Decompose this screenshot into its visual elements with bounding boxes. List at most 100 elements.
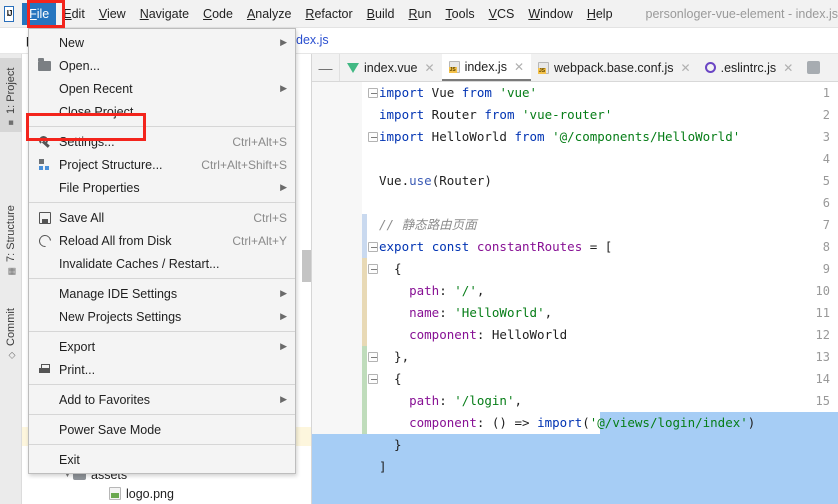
- code-line: // 异步路由页面: [379, 500, 477, 504]
- code-fold-toggle[interactable]: [368, 374, 378, 384]
- code-fold-toggle[interactable]: [368, 242, 378, 252]
- menu-item-project-structure[interactable]: Project Structure... Ctrl+Alt+Shift+S: [29, 153, 295, 176]
- editor-tab-eslintrc-js[interactable]: .eslintrc.js ✕: [698, 54, 801, 81]
- menu-item-new[interactable]: New ▶: [29, 31, 295, 54]
- sidebar-item-label: 1: Project: [5, 67, 17, 114]
- code-canvas[interactable]: 1234567891011121314151617181920 import V…: [312, 82, 838, 504]
- menu-item-reload-all-from-disk[interactable]: Reload All from Disk Ctrl+Alt+Y: [29, 229, 295, 252]
- menu-separator: [29, 202, 295, 203]
- js-file-icon: [538, 61, 550, 74]
- menu-item-file-properties[interactable]: File Properties ▶: [29, 176, 295, 199]
- menu-separator: [29, 444, 295, 445]
- menu-separator: [29, 278, 295, 279]
- intellij-logo-icon: IJ: [4, 5, 15, 22]
- menu-refactor[interactable]: Refactor: [298, 3, 359, 25]
- menu-item-exit[interactable]: Exit: [29, 448, 295, 471]
- ide-window: IJ File Edit View Navigate Code Analyze Refact…: [0, 0, 838, 504]
- collapse-all-button[interactable]: —: [312, 54, 340, 81]
- vue-file-icon: [347, 62, 359, 73]
- close-icon[interactable]: ✕: [514, 60, 524, 74]
- menu-file[interactable]: File: [22, 2, 57, 25]
- menu-view[interactable]: View: [92, 3, 133, 25]
- code-token: component: [409, 415, 477, 430]
- menu-build[interactable]: Build: [360, 3, 402, 25]
- menu-help[interactable]: Help: [580, 3, 620, 25]
- close-icon[interactable]: ✕: [783, 61, 793, 75]
- menu-item-close-project[interactable]: Close Project: [29, 100, 295, 123]
- menu-edit[interactable]: Edit: [56, 3, 92, 25]
- menu-item-open[interactable]: Open...: [29, 54, 295, 77]
- code-token: from: [484, 107, 515, 122]
- sidebar-item-structure[interactable]: ▦ 7: Structure: [0, 194, 22, 280]
- menu-item-new-projects-settings[interactable]: New Projects Settings ▶: [29, 305, 295, 328]
- code-token: name: [409, 305, 440, 320]
- menu-navigate[interactable]: Navigate: [133, 3, 196, 25]
- code-token: from: [461, 85, 492, 100]
- menu-separator: [29, 414, 295, 415]
- editor-tab-index-js[interactable]: index.js ✕: [441, 54, 532, 81]
- menu-item-open-recent[interactable]: Open Recent ▶: [29, 77, 295, 100]
- chevron-right-icon: ▶: [280, 83, 287, 93]
- code-text[interactable]: import Vue from 'vue' import Router from …: [312, 82, 838, 504]
- chevron-right-icon: ▶: [280, 394, 287, 404]
- window-title: personloger-vue-element - index.js: [645, 6, 838, 21]
- file-dropdown-menu[interactable]: New ▶ Open... Open Recent ▶ Close Project Sett…: [28, 28, 296, 474]
- menu-item-manage-ide-settings[interactable]: Manage IDE Settings ▶: [29, 282, 295, 305]
- close-icon[interactable]: ✕: [425, 61, 435, 75]
- editor-tab-overflow[interactable]: [800, 54, 827, 81]
- code-line: Vue.use(Router): [379, 170, 492, 192]
- menu-item-settings[interactable]: Settings... Ctrl+Alt+S: [29, 130, 295, 153]
- code-token: Vue: [424, 85, 462, 100]
- code-token: :: [439, 393, 455, 408]
- menu-item-print[interactable]: Print...: [29, 358, 295, 381]
- breadcrumb-file-link[interactable]: dex.js: [296, 33, 329, 47]
- menu-vcs[interactable]: VCS: [482, 3, 522, 25]
- menu-item-power-save-mode[interactable]: Power Save Mode: [29, 418, 295, 441]
- code-token: '/': [454, 283, 477, 298]
- menu-code[interactable]: Code: [196, 3, 240, 25]
- menu-bar: IJ File Edit View Navigate Code Analyze Refact…: [0, 0, 838, 28]
- folder-icon: [37, 57, 52, 73]
- close-icon[interactable]: ✕: [681, 61, 691, 75]
- menu-item-export[interactable]: Export ▶: [29, 335, 295, 358]
- menu-item-save-all[interactable]: Save All Ctrl+S: [29, 206, 295, 229]
- code-fold-toggle[interactable]: [368, 352, 378, 362]
- code-token: ,: [544, 305, 553, 320]
- code-token: path: [409, 283, 440, 298]
- code-token: ]: [379, 459, 387, 474]
- menu-item-add-to-favorites[interactable]: Add to Favorites ▶: [29, 388, 295, 411]
- code-line: name: 'HelloWorld',: [379, 302, 552, 324]
- code-line: {: [379, 368, 402, 390]
- menu-separator: [29, 384, 295, 385]
- code-fold-toggle[interactable]: [368, 88, 378, 98]
- code-line: import Vue from 'vue': [379, 82, 537, 104]
- code-token: 'vue': [499, 85, 538, 100]
- menu-analyze[interactable]: Analyze: [240, 3, 298, 25]
- code-token: {: [379, 261, 402, 276]
- structure-icon: [37, 158, 52, 172]
- chevron-right-icon: ▶: [280, 37, 287, 47]
- code-fold-toggle[interactable]: [368, 132, 378, 142]
- menu-item-shortcut: Ctrl+S: [253, 210, 287, 225]
- menu-item-invalidate-caches-restart[interactable]: Invalidate Caches / Restart...: [29, 252, 295, 275]
- eslint-file-icon: [704, 62, 716, 73]
- sidebar-item-commit[interactable]: ◇ Commit: [0, 294, 22, 364]
- menu-item-label: Exit: [59, 452, 80, 467]
- code-fold-toggle[interactable]: [368, 264, 378, 274]
- editor-tab-index-vue[interactable]: index.vue ✕: [340, 54, 442, 81]
- tree-scrollbar[interactable]: [302, 250, 311, 282]
- menu-run[interactable]: Run: [401, 3, 438, 25]
- menu-window[interactable]: Window: [521, 3, 579, 25]
- tree-row[interactable]: logo.png: [22, 484, 311, 503]
- code-token: : () =>: [476, 415, 538, 430]
- code-token: '/login': [454, 393, 515, 408]
- menu-tools[interactable]: Tools: [438, 3, 481, 25]
- editor-tab-webpack-base-conf-js[interactable]: webpack.base.conf.js ✕: [531, 54, 698, 81]
- code-token: constantRoutes: [476, 239, 583, 254]
- sidebar-item-project[interactable]: ■ 1: Project: [0, 58, 22, 132]
- menu-item-label: Save All: [59, 210, 105, 225]
- menu-item-label: New: [59, 35, 85, 50]
- chevron-right-icon: ▶: [280, 341, 287, 351]
- code-line: import HelloWorld from '@/components/Hel…: [379, 126, 740, 148]
